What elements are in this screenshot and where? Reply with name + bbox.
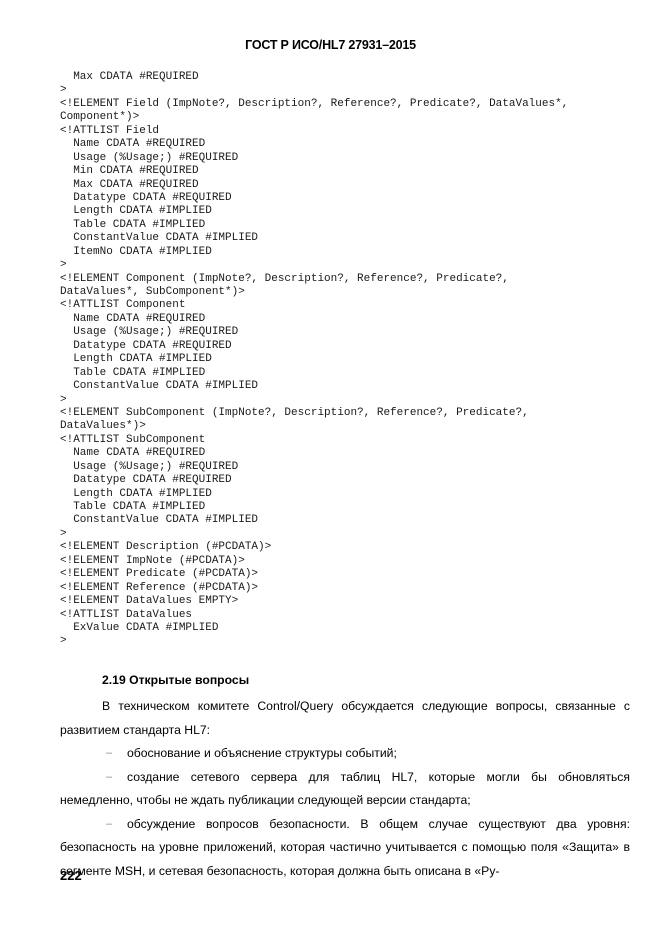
page-number: 222 [60,868,82,883]
list-item-text: создание сетевого сервера для таблиц HL7… [60,769,630,808]
code-line: <!ELEMENT Field (ImpNote?, Description?,… [60,97,569,110]
document-page: ГОСТ Р ИСО/HL7 27931–2015 Max CDATA #REQ… [0,0,661,935]
code-line: > [60,84,67,97]
list-item: – создание сетевого сервера для таблиц HL… [60,766,630,813]
code-line: Usage (%Usage;) #REQUIRED [60,460,239,473]
code-line: <!ATTLIST Component [60,299,186,312]
code-line: ItemNo CDATA #IMPLIED [60,245,212,258]
section-intro-paragraph: В техническом комитете Control/Query обс… [60,699,630,737]
code-line: <!ATTLIST DataValues [60,608,193,621]
code-line: <!ELEMENT Description (#PCDATA)> [60,541,272,554]
dash-bullet-icon: – [106,817,113,830]
list-item: – обсуждение вопросов безопасности. В общ… [60,813,630,884]
list-item-text: обсуждение вопросов безопасности. В обще… [60,816,630,878]
code-line: ConstantValue CDATA #IMPLIED [60,232,259,245]
code-line: ConstantValue CDATA #IMPLIED [60,514,259,527]
code-line: > [60,635,67,648]
code-line: Table CDATA #IMPLIED [60,218,206,231]
code-line: Table CDATA #IMPLIED [60,366,206,379]
list-item-text: обоснование и объяснение структуры событ… [127,746,397,760]
open-issues-list: – обоснование и объяснение структуры собы… [60,742,630,883]
code-line: Min CDATA #REQUIRED [60,165,199,178]
dtd-code-listing: Max CDATA #REQUIRED > <!ELEMENT Field (Imp… [60,71,660,649]
code-line: Name CDATA #REQUIRED [60,138,206,151]
code-line: <!ELEMENT Predicate (#PCDATA)> [60,568,259,581]
code-line: Name CDATA #REQUIRED [60,447,206,460]
code-line: Usage (%Usage;) #REQUIRED [60,151,239,164]
section-heading: 2.19 Открытые вопросы [102,673,250,687]
dash-bullet-icon: – [106,747,113,759]
code-line: <!ATTLIST SubComponent [60,433,206,446]
code-line: <!ELEMENT ImpNote (#PCDATA)> [60,554,245,567]
code-line: Table CDATA #IMPLIED [60,501,206,513]
code-line: Length CDATA #IMPLIED [60,487,212,500]
section-body: 2.19 Открытые вопросы В техническом коми… [60,672,630,883]
code-line: Length CDATA #IMPLIED [60,353,212,366]
code-line: Length CDATA #IMPLIED [60,205,212,218]
code-line: > [60,527,67,540]
code-line: Usage (%Usage;) #REQUIRED [60,326,239,339]
code-line: Max CDATA #REQUIRED [60,178,199,191]
code-line: <!ELEMENT Reference (#PCDATA)> [60,581,259,594]
code-line: Datatype CDATA #REQUIRED [60,474,232,487]
code-line: > [60,259,67,272]
code-line: <!ATTLIST Field [60,124,160,137]
code-line: <!ELEMENT SubComponent (ImpNote?, Descri… [60,406,529,419]
running-header-title: ГОСТ Р ИСО/HL7 27931–2015 [245,38,416,52]
code-line: DataValues*)> [60,420,146,433]
code-line: Datatype CDATA #REQUIRED [60,191,232,204]
code-line: Component*)> [60,111,140,124]
code-line: <!ELEMENT Component (ImpNote?, Descripti… [60,272,509,285]
list-item: – обоснование и объяснение структуры собы… [60,742,630,766]
code-line: Name CDATA #REQUIRED [60,312,206,325]
code-line: <!ELEMENT DataValues EMPTY> [60,595,239,608]
code-line: Datatype CDATA #REQUIRED [60,339,232,352]
code-line: > [60,393,67,406]
dash-bullet-icon: – [106,770,113,783]
code-line: DataValues*, SubComponent*)> [60,286,245,298]
code-line: Max CDATA #REQUIRED [60,71,199,83]
code-line: ConstantValue CDATA #IMPLIED [60,380,259,393]
code-line: ExValue CDATA #IMPLIED [60,621,219,634]
